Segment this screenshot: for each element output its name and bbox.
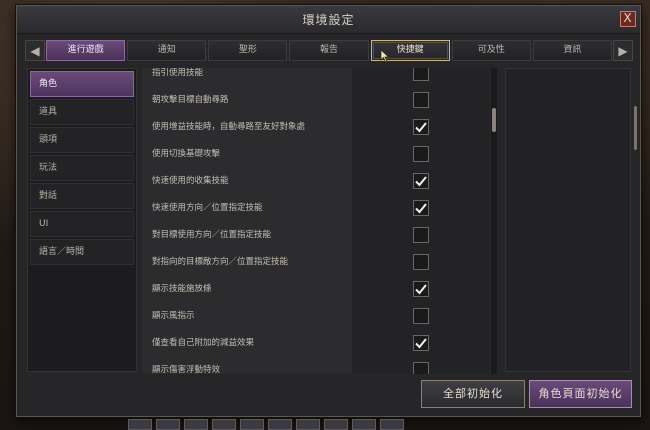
hotbar-slot[interactable] bbox=[296, 419, 320, 430]
option-checkbox[interactable] bbox=[412, 281, 429, 297]
option-label: 指引使用技能 bbox=[142, 68, 352, 87]
sidebar-item-5[interactable]: UI bbox=[30, 211, 134, 237]
hotbar-slot[interactable] bbox=[240, 419, 264, 430]
option-checkbox[interactable] bbox=[412, 92, 429, 108]
option-label: 快速使用方向／位置指定技能 bbox=[142, 194, 352, 222]
option-row[interactable]: 對目標使用方向／位置指定技能 bbox=[142, 221, 489, 249]
option-row[interactable]: 快速使用的收集技能 bbox=[142, 167, 489, 195]
option-row[interactable]: 使用增益技能時，自動尋路至友好對象處 bbox=[142, 113, 489, 141]
options-list: 指引使用技能 朝攻擊目標自動尋路 使用增益技能時，自動尋路至友好對象處 使用切換基礎攻… bbox=[142, 68, 489, 374]
option-label: 對目標使用方向／位置指定技能 bbox=[142, 221, 352, 249]
option-label: 使用切換基礎攻擊 bbox=[142, 140, 352, 168]
tab-1[interactable]: 通知 bbox=[127, 40, 207, 61]
option-label: 使用增益技能時，自動尋路至友好對象處 bbox=[142, 113, 352, 141]
window-titlebar[interactable]: 環境設定 X bbox=[17, 6, 640, 34]
close-icon: X bbox=[623, 11, 633, 25]
option-row[interactable]: 快速使用方向／位置指定技能 bbox=[142, 194, 489, 222]
option-check-cell bbox=[352, 275, 489, 303]
option-check-cell bbox=[352, 302, 489, 330]
category-sidebar: 角色 道具 頭項 玩法 對話 UI 語言／時間 bbox=[27, 68, 137, 372]
game-hotbar bbox=[128, 419, 458, 430]
hotbar-slot[interactable] bbox=[128, 419, 152, 430]
option-checkbox[interactable] bbox=[412, 200, 429, 216]
tab-6[interactable]: 資訊 bbox=[532, 40, 612, 61]
option-check-cell bbox=[352, 221, 489, 249]
tab-list: 進行遊戲 通知 聖形 報告 快捷鍵 可及性 資訊 bbox=[45, 40, 613, 61]
close-button[interactable]: X bbox=[620, 11, 636, 27]
option-check-cell bbox=[352, 167, 489, 195]
option-row[interactable]: 指引使用技能 bbox=[142, 68, 489, 87]
settings-window: 環境設定 X ◀ 進行遊戲 通知 聖形 報告 快捷鍵 可及性 資訊 ▶ 角色 道具 頭項 玩法 對話… bbox=[16, 5, 641, 417]
option-check-cell bbox=[352, 329, 489, 357]
checkmark-icon bbox=[414, 284, 427, 295]
option-checkbox[interactable] bbox=[412, 254, 429, 270]
option-checkbox[interactable] bbox=[412, 308, 429, 324]
option-label: 快速使用的收集技能 bbox=[142, 167, 352, 195]
window-title: 環境設定 bbox=[302, 13, 355, 27]
checkmark-icon bbox=[414, 338, 427, 349]
option-checkbox[interactable] bbox=[412, 119, 429, 135]
option-row[interactable]: 朝攻擊目標自動尋路 bbox=[142, 86, 489, 114]
hotbar-slot[interactable] bbox=[352, 419, 376, 430]
tab-3[interactable]: 報告 bbox=[289, 40, 369, 61]
hotbar-slot[interactable] bbox=[156, 419, 180, 430]
option-row[interactable]: 顯示技能施放條 bbox=[142, 275, 489, 303]
tab-bar: ◀ 進行遊戲 通知 聖形 報告 快捷鍵 可及性 資訊 ▶ bbox=[25, 39, 633, 62]
hotbar-slot[interactable] bbox=[212, 419, 236, 430]
option-checkbox[interactable] bbox=[412, 146, 429, 162]
tab-5[interactable]: 可及性 bbox=[451, 40, 531, 61]
tab-4[interactable]: 快捷鍵 bbox=[370, 40, 450, 61]
sidebar-item-1[interactable]: 道具 bbox=[30, 99, 134, 125]
checkmark-icon bbox=[414, 122, 427, 133]
option-check-cell bbox=[352, 86, 489, 114]
tab-prev-arrow-icon[interactable]: ◀ bbox=[25, 40, 45, 61]
sidebar-item-2[interactable]: 頭項 bbox=[30, 127, 134, 153]
option-label: 僅查看自己附加的減益效果 bbox=[142, 329, 352, 357]
option-checkbox[interactable] bbox=[412, 173, 429, 189]
option-checkbox[interactable] bbox=[412, 362, 429, 374]
option-check-cell bbox=[352, 140, 489, 168]
description-scroll-thumb[interactable] bbox=[634, 106, 637, 150]
sidebar-item-0[interactable]: 角色 bbox=[30, 71, 134, 97]
reset-character-button[interactable]: 角色頁面初始化 bbox=[529, 380, 632, 408]
hotbar-slot[interactable] bbox=[268, 419, 292, 430]
tab-next-arrow-icon[interactable]: ▶ bbox=[613, 40, 633, 61]
description-panel bbox=[505, 68, 631, 372]
option-check-cell bbox=[352, 194, 489, 222]
option-row[interactable]: 顯示風指示 bbox=[142, 302, 489, 330]
option-label: 顯示技能施放條 bbox=[142, 275, 352, 303]
option-checkbox[interactable] bbox=[412, 335, 429, 351]
option-row[interactable]: 僅查看自己附加的減益效果 bbox=[142, 329, 489, 357]
hotbar-slot[interactable] bbox=[380, 419, 404, 430]
option-label: 顯示風指示 bbox=[142, 302, 352, 330]
options-scroll-thumb[interactable] bbox=[492, 108, 496, 132]
option-row[interactable]: 顯示傷害浮動特效 bbox=[142, 356, 489, 374]
option-check-cell bbox=[352, 248, 489, 276]
option-check-cell bbox=[352, 68, 489, 87]
hotbar-slot[interactable] bbox=[184, 419, 208, 430]
option-check-cell bbox=[352, 356, 489, 374]
option-label: 顯示傷害浮動特效 bbox=[142, 356, 352, 374]
hotbar-slot[interactable] bbox=[324, 419, 348, 430]
option-check-cell bbox=[352, 113, 489, 141]
option-label: 朝攻擊目標自動尋路 bbox=[142, 86, 352, 114]
sidebar-item-6[interactable]: 語言／時間 bbox=[30, 239, 134, 265]
option-checkbox[interactable] bbox=[412, 227, 429, 243]
checkmark-icon bbox=[414, 203, 427, 214]
option-row[interactable]: 使用切換基礎攻擊 bbox=[142, 140, 489, 168]
option-label: 對指向的目標敵方向／位置指定技能 bbox=[142, 248, 352, 276]
sidebar-item-3[interactable]: 玩法 bbox=[30, 155, 134, 181]
option-checkbox[interactable] bbox=[412, 68, 429, 81]
options-scrollbar[interactable] bbox=[491, 68, 497, 374]
option-row[interactable]: 對指向的目標敵方向／位置指定技能 bbox=[142, 248, 489, 276]
tab-0[interactable]: 進行遊戲 bbox=[46, 40, 126, 61]
tab-2[interactable]: 聖形 bbox=[208, 40, 288, 61]
reset-all-button[interactable]: 全部初始化 bbox=[421, 380, 525, 408]
sidebar-item-4[interactable]: 對話 bbox=[30, 183, 134, 209]
checkmark-icon bbox=[414, 176, 427, 187]
